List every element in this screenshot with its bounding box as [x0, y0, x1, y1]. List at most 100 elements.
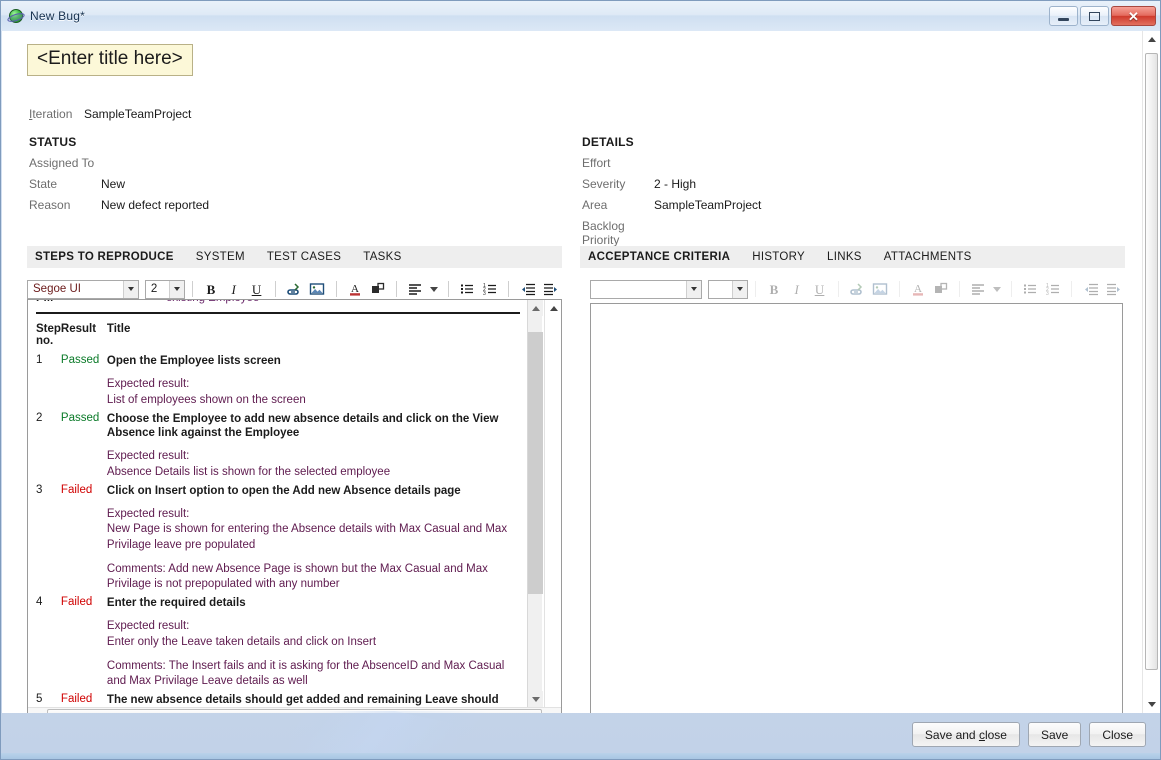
column-header-title: Title — [106, 323, 131, 335]
hyperlink-icon[interactable] — [848, 280, 867, 299]
status-section: STATUS Assigned To State New Reason New … — [29, 135, 549, 212]
backlog-priority-label: Backlog Priority — [582, 219, 625, 247]
step-title: The new absence details should get added… — [106, 694, 499, 707]
table-row[interactable]: 1 Passed Open the Employee lists screen … — [36, 350, 520, 408]
details-section: DETAILS Effort Severity 2 - High Area Sa… — [582, 135, 1102, 247]
underline-button[interactable]: U — [247, 280, 266, 299]
reason-value[interactable]: New defect reported — [101, 198, 209, 212]
severity-value[interactable]: 2 - High — [654, 177, 696, 191]
step-comments: Comments: Add new Absence Page is shown … — [106, 562, 488, 590]
chevron-down-icon[interactable] — [731, 280, 747, 298]
page-vertical-scrollbar[interactable] — [1142, 31, 1160, 713]
table-row[interactable]: 3 Failed Click on Insert option to open … — [36, 480, 520, 592]
tab-system[interactable]: SYSTEM — [196, 251, 245, 263]
steps-table: Step no. Result Title 1 Passed Open the … — [36, 314, 520, 707]
bulleted-list-icon[interactable] — [458, 280, 477, 299]
font-size-value: 2 — [150, 283, 158, 295]
table-row[interactable]: 2 Passed Choose the Employee to add new … — [36, 408, 520, 480]
bulleted-list-icon[interactable] — [1021, 280, 1040, 299]
tab-attachments[interactable]: ATTACHMENTS — [884, 251, 972, 263]
save-button[interactable]: Save — [1027, 722, 1082, 747]
numbered-list-icon[interactable]: 123 — [1044, 280, 1063, 299]
scroll-up-icon[interactable] — [528, 300, 543, 316]
font-name-select[interactable]: Segoe UI — [27, 279, 139, 299]
close-button-footer[interactable]: Close — [1089, 722, 1146, 747]
state-value[interactable]: New — [101, 177, 125, 191]
tab-history[interactable]: HISTORY — [752, 251, 805, 263]
area-value[interactable]: SampleTeamProject — [654, 198, 761, 212]
align-icon[interactable] — [406, 280, 425, 299]
increase-indent-icon[interactable] — [541, 280, 560, 299]
expected-label: Expected result: — [106, 508, 190, 521]
expected-label: Expected result: — [106, 450, 190, 463]
chevron-down-icon[interactable] — [168, 280, 184, 298]
decrease-indent-icon[interactable] — [1081, 280, 1100, 299]
scrollbar-thumb[interactable] — [528, 332, 543, 594]
font-color-icon[interactable]: A — [345, 280, 364, 299]
scroll-up-icon[interactable] — [545, 300, 561, 317]
iteration-value[interactable]: SampleTeamProject — [84, 107, 191, 121]
close-button[interactable]: ✕ — [1111, 6, 1156, 26]
step-title: Click on Insert option to open the Add n… — [106, 484, 461, 497]
italic-button[interactable]: I — [787, 280, 806, 299]
client-area: <Enter title here> IIterationteration Sa… — [2, 31, 1160, 713]
minimize-button[interactable] — [1049, 6, 1078, 26]
step-number: 4 — [36, 596, 43, 609]
align-dropdown-chevron-down-icon[interactable] — [992, 280, 1002, 299]
tab-steps-to-reproduce[interactable]: STEPS TO REPRODUCE — [35, 251, 174, 263]
font-size-select[interactable] — [707, 279, 748, 299]
column-header-result: Result — [60, 323, 97, 335]
maximize-button[interactable] — [1080, 6, 1109, 26]
tab-acceptance-criteria[interactable]: ACCEPTANCE CRITERIA — [588, 251, 730, 263]
steps-to-reproduce-editor[interactable]: PM existing Employee Stepno. Result Titl… — [27, 299, 562, 713]
step-result: Passed — [60, 354, 100, 366]
steps-inner-vertical-scrollbar[interactable] — [527, 300, 543, 707]
expected-label: Expected result: — [106, 378, 190, 391]
chevron-down-icon[interactable] — [122, 280, 138, 298]
scroll-up-icon[interactable] — [1143, 31, 1160, 48]
maximize-icon — [1089, 11, 1100, 21]
highlight-color-icon[interactable] — [931, 280, 950, 299]
tab-tasks[interactable]: TASKS — [363, 251, 401, 263]
scrollbar-track[interactable] — [1143, 48, 1160, 696]
bold-button[interactable]: B — [202, 280, 221, 299]
reason-row: Reason New defect reported — [29, 198, 549, 212]
table-row[interactable]: 4 Failed Enter the required details Expe… — [36, 592, 520, 689]
highlight-color-icon[interactable] — [368, 280, 387, 299]
insert-image-icon[interactable] — [308, 280, 327, 299]
bold-button[interactable]: B — [765, 280, 784, 299]
font-size-select[interactable]: 2 — [144, 279, 185, 299]
step-result: Passed — [60, 411, 100, 424]
scrollbar-thumb[interactable] — [1145, 53, 1158, 670]
align-dropdown-chevron-down-icon[interactable] — [429, 280, 439, 299]
align-icon[interactable] — [969, 280, 988, 299]
underline-button[interactable]: U — [810, 280, 829, 299]
scroll-down-icon[interactable] — [528, 691, 543, 707]
toolbar-separator — [191, 281, 193, 297]
table-row[interactable]: 5 Failed The new absence details should … — [36, 689, 520, 707]
tab-test-cases[interactable]: TEST CASES — [267, 251, 341, 263]
italic-button[interactable]: I — [224, 280, 243, 299]
hyperlink-icon[interactable] — [285, 280, 304, 299]
font-name-value: Segoe UI — [33, 283, 81, 295]
toolbar-separator — [754, 281, 756, 297]
tab-links[interactable]: LINKS — [827, 251, 862, 263]
step-expected: Expected result: Enter only the Leave ta… — [107, 619, 520, 649]
svg-text:3: 3 — [1046, 291, 1049, 297]
numbered-list-icon[interactable]: 123 — [481, 280, 500, 299]
font-color-icon[interactable]: A — [908, 280, 927, 299]
insert-image-icon[interactable] — [871, 280, 890, 299]
increase-indent-icon[interactable] — [1104, 280, 1123, 299]
work-item-title-input[interactable]: <Enter title here> — [27, 44, 193, 76]
step-cell: Enter the required details Expected resu… — [107, 592, 520, 689]
steps-outer-vertical-scrollbar[interactable] — [544, 300, 561, 707]
expected-label: Expected result: — [106, 620, 190, 633]
toolbar-separator — [335, 281, 337, 297]
acceptance-criteria-input[interactable] — [590, 303, 1123, 713]
step-expected: Expected result: New Page is shown for e… — [107, 507, 520, 553]
font-name-select[interactable] — [590, 279, 702, 299]
save-and-close-button[interactable]: Save and close — [911, 722, 1020, 747]
decrease-indent-icon[interactable] — [518, 280, 537, 299]
chevron-down-icon[interactable] — [685, 280, 701, 298]
backlog-priority-row: Backlog Priority — [582, 219, 1102, 247]
